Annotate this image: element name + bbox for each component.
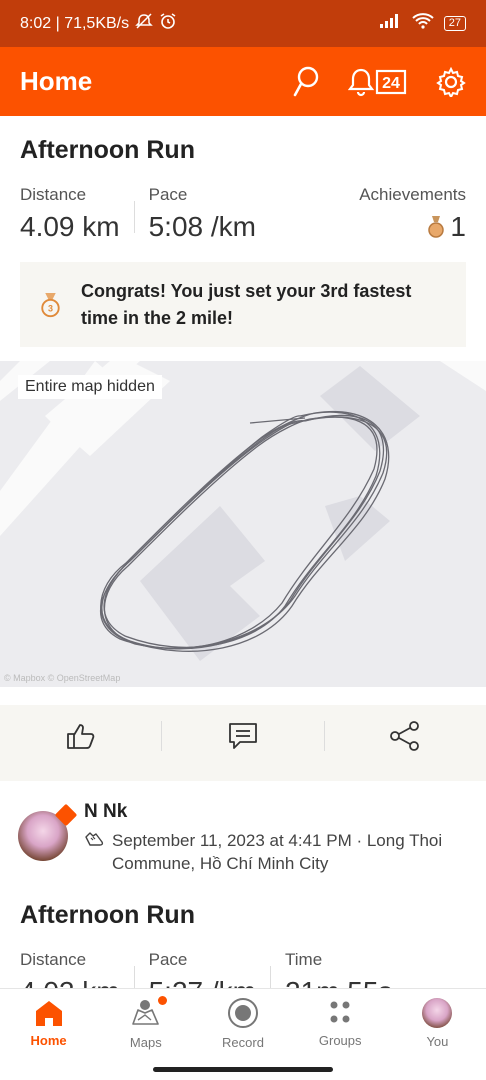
stat-pace: Pace 5:27 /km	[149, 950, 256, 988]
stat-value: 5:08 /km	[148, 211, 256, 242]
stat-distance: Distance 4.09 km	[20, 185, 120, 243]
stat-pace: Pace 5:08 /km	[149, 185, 256, 243]
stat-value: 5:27 /km	[149, 976, 256, 988]
stat-label: Time	[285, 950, 323, 969]
record-icon	[228, 998, 258, 1028]
comment-button[interactable]	[162, 705, 323, 767]
kudos-button[interactable]	[0, 705, 161, 767]
map-canvas	[0, 361, 486, 661]
activity-stats: Distance 4.02 km Pace 5:27 /km Time 21m …	[20, 950, 466, 988]
avatar[interactable]	[18, 803, 78, 861]
nav-label: Home	[30, 1033, 67, 1048]
wifi-icon	[412, 13, 434, 34]
nav-groups[interactable]: Groups	[292, 989, 389, 1058]
activity-title[interactable]: Afternoon Run	[20, 136, 195, 165]
search-icon	[293, 66, 319, 96]
congrats-text: Congrats! You just set your 3rd fastest …	[80, 280, 412, 328]
gear-icon	[436, 66, 466, 97]
search-button[interactable]	[292, 66, 320, 98]
map-hidden-label: Entire map hidden	[18, 375, 162, 399]
activity-stats: Distance 4.09 km Pace 5:08 /km Achieveme…	[20, 185, 466, 243]
gesture-bar[interactable]	[153, 1067, 333, 1072]
achievement-count: 1	[450, 211, 466, 242]
comment-icon	[229, 723, 257, 749]
divider	[133, 201, 135, 233]
svg-text:3: 3	[48, 303, 53, 313]
medal-3rd-icon: 3	[41, 292, 60, 317]
activity-actions	[0, 705, 486, 767]
athlete-name[interactable]: N Nk	[84, 801, 452, 823]
divider	[270, 966, 271, 988]
nav-label: Maps	[129, 1034, 162, 1050]
stat-label: Achievements	[359, 185, 466, 204]
stat-value: 4.02 km	[20, 976, 120, 988]
nav-record[interactable]: Record	[194, 989, 291, 1058]
signal-icon	[379, 14, 402, 33]
nav-home[interactable]: Home	[0, 989, 97, 1058]
subscriber-badge-icon	[54, 803, 78, 827]
stat-time: Time 21m 55s	[285, 950, 392, 988]
new-dot-icon	[157, 995, 167, 1005]
settings-button[interactable]	[436, 66, 466, 97]
feed-separator	[0, 767, 486, 781]
avatar	[422, 998, 453, 1028]
page-title: Home	[20, 66, 93, 96]
stat-value: 4.09 km	[20, 211, 120, 242]
stat-label: Pace	[148, 950, 188, 969]
athlete-header[interactable]: N Nk September 11, 2023 at 4:41 PM · Lon…	[18, 801, 452, 875]
map-attribution[interactable]: © Mapbox © OpenStreetMap	[4, 673, 120, 683]
stat-label: Distance	[20, 950, 87, 969]
divider	[133, 966, 135, 988]
activity-meta: September 11, 2023 at 4:41 PM · Long Tho…	[112, 831, 443, 873]
status-bar: 8:02 | 71,5KB/s 27	[0, 0, 486, 47]
mute-icon	[135, 13, 153, 34]
nav-label: You	[426, 1034, 449, 1049]
stat-label: Pace	[148, 185, 188, 204]
notification-count: 24	[382, 75, 400, 92]
stat-distance: Distance 4.02 km	[20, 950, 120, 988]
activity-map[interactable]: Entire map hidden © Mapbox © OpenStreetM…	[0, 361, 486, 687]
nav-label: Groups	[318, 1033, 362, 1048]
alarm-icon	[159, 12, 177, 35]
home-icon	[35, 1001, 62, 1026]
status-time: 8:02 | 71,5KB/s	[20, 14, 130, 32]
stat-value: 21m 55s	[285, 976, 392, 988]
nav-label: Record	[222, 1035, 264, 1050]
maps-icon	[131, 999, 159, 1025]
share-icon	[390, 721, 420, 751]
shoe-icon	[85, 832, 104, 846]
stat-label: Distance	[20, 185, 87, 204]
medal-icon	[428, 216, 445, 238]
notifications-button[interactable]: 24	[348, 66, 408, 98]
congrats-banner[interactable]: 3 Congrats! You just set your 3rd fastes…	[20, 262, 466, 347]
activity-feed[interactable]: Afternoon Run Distance 4.09 km Pace 5:08…	[0, 116, 486, 988]
app-bar: Home 24	[0, 47, 486, 116]
stat-achievements: Achievements 1	[359, 185, 466, 243]
nav-maps[interactable]: Maps	[97, 989, 194, 1058]
nav-you[interactable]: You	[389, 989, 486, 1058]
bottom-nav: Home Maps Record Groups You	[0, 988, 486, 1058]
groups-icon	[330, 1001, 350, 1023]
battery-icon: 27	[443, 16, 466, 31]
thumbs-up-icon	[66, 724, 94, 749]
bell-icon: 24	[348, 68, 407, 96]
share-button[interactable]	[325, 705, 486, 767]
activity-title[interactable]: Afternoon Run	[20, 901, 195, 930]
